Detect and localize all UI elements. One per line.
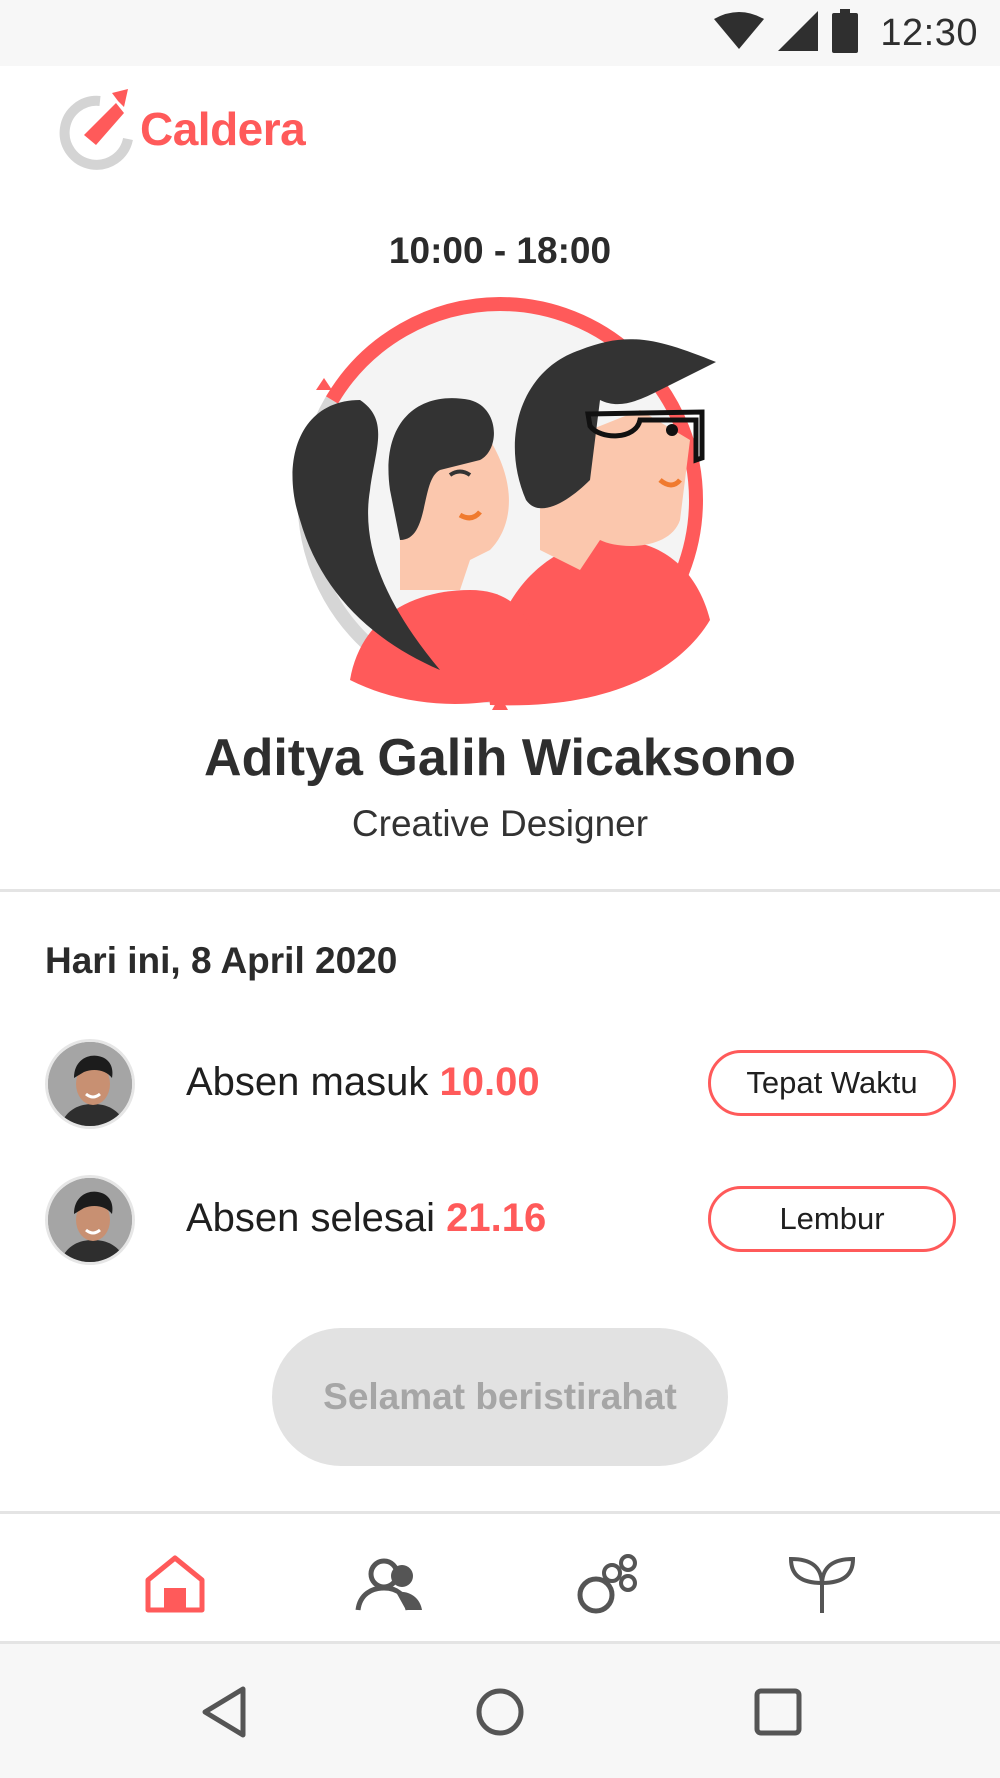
couple-illustration (292, 297, 716, 710)
attendance-row-check-in: Absen masuk 10.00 Tepat Waktu (0, 1036, 1000, 1132)
apps-icon (577, 1554, 637, 1614)
system-nav (0, 1644, 1000, 1778)
attendance-label-text: Absen masuk (186, 1060, 429, 1104)
home-circle-icon (476, 1688, 524, 1736)
rest-button[interactable]: Selamat beristirahat (272, 1328, 728, 1466)
status-badge[interactable]: Tepat Waktu (708, 1050, 956, 1116)
status-badge[interactable]: Lembur (708, 1186, 956, 1252)
battery-icon (832, 8, 859, 58)
recents-icon (754, 1688, 802, 1736)
status-icons: 12:30 (714, 8, 978, 58)
signal-icon (778, 10, 819, 56)
section-divider (0, 889, 1000, 892)
shift-time: 10:00 - 18:00 (388, 230, 612, 271)
sprout-icon (788, 1556, 856, 1613)
bottom-nav (0, 1514, 1000, 1642)
back-icon (202, 1686, 246, 1738)
caldera-logo-icon (59, 89, 133, 170)
status-time: 12:30 (880, 11, 978, 54)
attendance-label: Absen masuk 10.00 (186, 1060, 540, 1105)
attendance-time: 10.00 (439, 1060, 540, 1104)
attendance-label-text: Absen selesai (186, 1196, 436, 1240)
nav-people[interactable] (350, 1544, 430, 1624)
nav-home[interactable] (135, 1544, 215, 1624)
status-bar: 12:30 (0, 0, 1000, 66)
attendance-row-check-out: Absen selesai 21.16 Lembur (0, 1172, 1000, 1268)
attendance-time: 21.16 (446, 1196, 547, 1240)
avatar (45, 1039, 135, 1129)
nav-growth[interactable] (782, 1544, 862, 1624)
attendance-label: Absen selesai 21.16 (186, 1196, 546, 1241)
system-back-button[interactable] (192, 1680, 256, 1744)
user-role: Creative Designer (351, 803, 649, 844)
date-heading: Hari ini, 8 April 2020 (45, 940, 398, 981)
system-home-button[interactable] (468, 1680, 532, 1744)
system-recents-button[interactable] (746, 1680, 810, 1744)
app-logo: Caldera (58, 84, 306, 174)
logo-text: Caldera (140, 103, 306, 155)
avatar (45, 1175, 135, 1265)
user-name: Aditya Galih Wicaksono (204, 729, 796, 787)
people-icon (355, 1558, 422, 1611)
nav-apps[interactable] (567, 1544, 647, 1624)
wifi-icon (714, 11, 765, 56)
home-icon (145, 1555, 205, 1613)
